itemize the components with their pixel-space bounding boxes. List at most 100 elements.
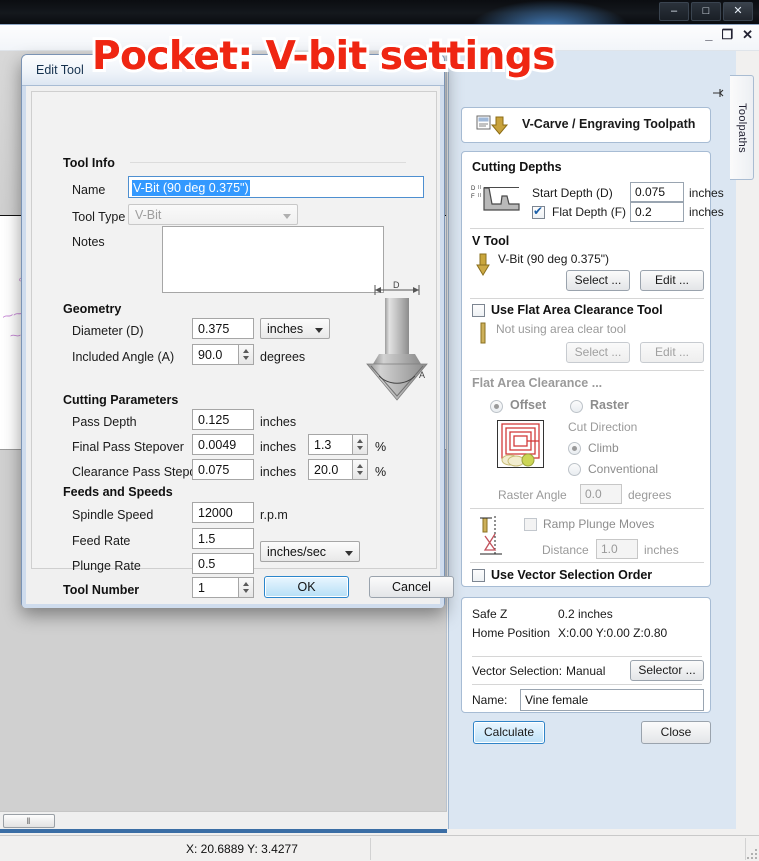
tool-number-label: Tool Number bbox=[63, 583, 140, 597]
application-window: _ ❐ ✕ ❀ ⁓⁓ ⁓⁓ ❀ ⁓ ‖ bbox=[0, 24, 759, 861]
app-close-button[interactable]: ✕ bbox=[742, 28, 753, 42]
tool-name-selected-text: V-Bit (90 deg 0.375") bbox=[132, 180, 250, 196]
vector-selection-value: Manual bbox=[566, 664, 606, 678]
conventional-radio[interactable] bbox=[568, 463, 581, 476]
use-vector-selection-order-checkbox[interactable] bbox=[472, 569, 485, 582]
final-pass-stepover-input[interactable]: 0.0049 bbox=[192, 434, 254, 455]
divider-6 bbox=[472, 656, 702, 657]
divider-3 bbox=[470, 370, 704, 371]
start-depth-input[interactable]: 0.075 bbox=[630, 182, 684, 202]
plunge-rate-label: Plunge Rate bbox=[72, 559, 141, 573]
tool-type-value: V-Bit bbox=[135, 208, 162, 222]
cancel-button[interactable]: Cancel bbox=[369, 576, 454, 598]
ok-button[interactable]: OK bbox=[264, 576, 349, 598]
tool-name-label: Name bbox=[72, 183, 106, 197]
raster-angle-input[interactable]: 0.0 bbox=[580, 484, 622, 504]
flat-depth-checkbox[interactable] bbox=[532, 204, 545, 219]
app-minimize-button[interactable]: _ bbox=[705, 28, 712, 42]
toolpath-name-input[interactable]: Vine female bbox=[520, 689, 704, 711]
cursor-coordinates: X: 20.6889 Y: 3.4277 bbox=[186, 842, 298, 856]
tool-info-rule-left bbox=[63, 162, 64, 163]
final-pass-stepover-percent-spinner[interactable] bbox=[353, 434, 368, 455]
v-tool-edit-button[interactable]: Edit ... bbox=[640, 270, 704, 291]
climb-label: Climb bbox=[588, 441, 619, 455]
notes-textarea[interactable] bbox=[162, 226, 384, 293]
climb-radio[interactable] bbox=[568, 442, 581, 455]
use-flat-area-clearance-tool-checkbox[interactable] bbox=[472, 304, 485, 317]
cut-direction-label: Cut Direction bbox=[568, 420, 638, 434]
pin-panel-icon[interactable] bbox=[712, 87, 724, 102]
v-tool-select-button[interactable]: Select ... bbox=[566, 270, 630, 291]
calculate-button[interactable]: Calculate bbox=[473, 721, 545, 744]
safe-z-label: Safe Z bbox=[472, 607, 508, 621]
included-angle-spinner[interactable] bbox=[239, 344, 254, 365]
ramp-plunge-icon bbox=[478, 514, 514, 563]
tool-info-rule bbox=[130, 162, 406, 163]
flat-depth-input[interactable]: 0.2 bbox=[630, 202, 684, 222]
vector-selector-button[interactable]: Selector ... bbox=[630, 660, 704, 681]
tool-number-spinner[interactable] bbox=[239, 577, 254, 598]
raster-radio[interactable] bbox=[570, 400, 583, 413]
ramp-distance-input[interactable]: 1.0 bbox=[596, 539, 638, 559]
tool-name-input[interactable]: V-Bit (90 deg 0.375") bbox=[128, 176, 424, 198]
divider-4 bbox=[470, 508, 704, 509]
tool-number-input[interactable]: 1 bbox=[192, 577, 239, 598]
pass-depth-label: Pass Depth bbox=[72, 415, 137, 429]
resize-grip[interactable] bbox=[745, 847, 757, 859]
diameter-units-select[interactable]: inches bbox=[260, 318, 330, 339]
app-restore-button[interactable]: ❐ bbox=[721, 28, 733, 42]
svg-text:F: F bbox=[471, 194, 475, 200]
vine-artwork-3: ⁓ bbox=[10, 330, 21, 342]
canvas-horizontal-scrollbar[interactable]: ‖ bbox=[0, 811, 447, 829]
toolpaths-side-tab-label: Toolpaths bbox=[735, 102, 748, 153]
ramp-distance-label: Distance bbox=[542, 543, 589, 557]
flat-area-edit-button[interactable]: Edit ... bbox=[640, 342, 704, 363]
flat-area-tool-status: Not using area clear tool bbox=[496, 322, 627, 336]
canvas-hscroll-thumb[interactable]: ‖ bbox=[3, 814, 55, 828]
offset-strategy-preview-icon bbox=[497, 420, 544, 471]
included-angle-input[interactable]: 90.0 bbox=[192, 344, 239, 365]
tool-type-select[interactable]: V-Bit bbox=[128, 204, 298, 225]
start-depth-units: inches bbox=[689, 186, 724, 200]
geometry-title: Geometry bbox=[63, 302, 122, 316]
chevron-down-icon bbox=[283, 214, 291, 219]
os-close-button[interactable]: ✕ bbox=[723, 2, 753, 21]
v-bit-tool-icon bbox=[474, 253, 492, 280]
offset-radio[interactable] bbox=[490, 400, 503, 413]
feed-rate-input[interactable]: 1.5 bbox=[192, 528, 254, 549]
edit-tool-body: Tool Info Name V-Bit (90 deg 0.375") Too… bbox=[31, 91, 437, 598]
clearance-pass-stepover-percent-input[interactable]: 20.0 bbox=[308, 459, 353, 480]
v-tool-title: V Tool bbox=[472, 234, 510, 248]
final-pass-stepover-label: Final Pass Stepover bbox=[72, 440, 184, 454]
final-pass-stepover-percent-input[interactable]: 1.3 bbox=[308, 434, 353, 455]
diameter-input[interactable]: 0.375 bbox=[192, 318, 254, 339]
notes-label: Notes bbox=[72, 235, 105, 249]
flat-area-clearance-title: Flat Area Clearance ... bbox=[472, 376, 603, 390]
os-minimize-button[interactable]: – bbox=[659, 2, 689, 21]
spindle-speed-input[interactable]: 12000 bbox=[192, 502, 254, 523]
edit-tool-dialog: Edit Tool Tool Info Name V-Bit (90 deg 0… bbox=[21, 54, 454, 608]
diameter-label: Diameter (D) bbox=[72, 324, 144, 338]
divider-5 bbox=[470, 562, 704, 563]
raster-angle-units: degrees bbox=[628, 488, 672, 502]
titlebar-glow bbox=[470, 0, 630, 24]
toolpath-action-row: Calculate Close bbox=[461, 721, 711, 745]
clearance-pass-stepover-percent-spinner[interactable] bbox=[353, 459, 368, 480]
toolpaths-side-tab[interactable]: Toolpaths bbox=[730, 75, 754, 180]
rate-units-select[interactable]: inches/sec bbox=[260, 541, 360, 562]
edit-tool-title: Edit Tool bbox=[36, 63, 84, 77]
start-depth-label: Start Depth (D) bbox=[532, 186, 613, 200]
spindle-speed-label: Spindle Speed bbox=[72, 508, 154, 522]
flat-depth-label: Flat Depth (F) bbox=[552, 205, 627, 219]
clearance-pass-stepover-input[interactable]: 0.075 bbox=[192, 459, 254, 480]
use-vector-selection-order-label: Use Vector Selection Order bbox=[491, 568, 653, 582]
close-button[interactable]: Close bbox=[641, 721, 711, 744]
clearance-pass-stepover-units: inches bbox=[260, 465, 297, 479]
toolpath-type-title: V-Carve / Engraving Toolpath bbox=[522, 117, 696, 131]
pass-depth-input[interactable]: 0.125 bbox=[192, 409, 254, 430]
ramp-plunge-moves-checkbox[interactable] bbox=[524, 518, 537, 531]
plunge-rate-input[interactable]: 0.5 bbox=[192, 553, 254, 574]
os-maximize-button[interactable]: □ bbox=[691, 2, 721, 21]
chevron-down-icon bbox=[315, 328, 323, 333]
flat-area-select-button[interactable]: Select ... bbox=[566, 342, 630, 363]
